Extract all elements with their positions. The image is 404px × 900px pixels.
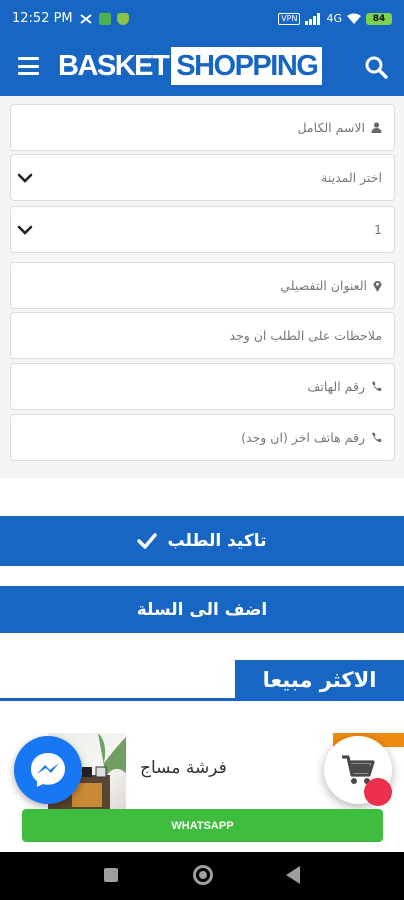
quantity-select[interactable]: 1 [10, 206, 395, 253]
logo-part-shopping: SHOPPING [171, 47, 323, 85]
messenger-button[interactable] [14, 736, 82, 804]
chevron-down-icon [17, 173, 33, 183]
phone-input[interactable]: رقم الهاتف [10, 363, 395, 410]
quantity-select-value: 1 [374, 222, 382, 237]
best-sellers-title-text: الاكثر مبيعا [262, 668, 377, 692]
add-to-cart-button[interactable]: اضف الى السلة [0, 586, 404, 633]
wifi-icon [347, 13, 361, 24]
alt-phone-input[interactable]: رقم هاتف اخر (ان وجد) [10, 414, 395, 461]
full-name-placeholder: الاسم الكامل [297, 120, 365, 135]
status-bar: 12:52 PM VPN 4G 84 [0, 0, 404, 37]
product-name[interactable]: فرشة مساج [140, 758, 227, 778]
full-name-input[interactable]: الاسم الكامل [10, 104, 395, 151]
add-to-cart-label: اضف الى السلة [136, 599, 268, 620]
whatsapp-button[interactable]: WHATSAPP [22, 809, 383, 842]
alt-phone-placeholder: رقم هاتف اخر (ان وجد) [241, 430, 365, 445]
network-type: 4G [326, 12, 342, 25]
address-input[interactable]: العنوان التفصيلي [10, 262, 395, 309]
vpn-icon: VPN [278, 12, 301, 25]
phone-icon [372, 432, 382, 443]
best-sellers-title: الاكثر مبيعا [235, 660, 404, 700]
phone-placeholder: رقم الهاتف [307, 379, 365, 394]
map-marker-icon [373, 280, 382, 292]
city-select[interactable]: اختر المدينة [10, 154, 395, 201]
sync-icon [80, 13, 92, 24]
messenger-icon [31, 753, 65, 787]
confirm-order-button[interactable]: تاكيد الطلب [0, 516, 404, 566]
site-logo[interactable]: BASKET SHOPPING [58, 47, 323, 85]
back-button[interactable] [286, 866, 300, 884]
cart-badge [364, 778, 392, 806]
city-select-value: اختر المدينة [321, 170, 382, 185]
app-header: BASKET SHOPPING [0, 37, 404, 96]
battery-icon: 84 [366, 12, 392, 25]
hamburger-icon[interactable] [18, 57, 39, 75]
whatsapp-label: WHATSAPP [171, 819, 234, 832]
confirm-order-label: تاكيد الطلب [167, 531, 267, 551]
status-time: 12:52 PM [12, 11, 73, 26]
user-icon [371, 122, 382, 133]
order-form: الاسم الكامل اختر المدينة 1 العنوان التف… [0, 96, 404, 478]
home-button[interactable] [193, 865, 213, 885]
chevron-down-icon [17, 225, 33, 235]
check-icon [137, 533, 158, 549]
notes-input[interactable]: ملاحظات على الطلب ان وجد [10, 312, 395, 359]
section-divider [0, 698, 404, 701]
logo-part-basket: BASKET [58, 49, 170, 82]
address-placeholder: العنوان التفصيلي [280, 278, 367, 293]
signal-icon [305, 12, 321, 25]
phone-icon [372, 381, 382, 392]
notes-placeholder: ملاحظات على الطلب ان وجد [229, 328, 382, 343]
recent-apps-button[interactable] [104, 868, 118, 882]
shield-icon [116, 12, 129, 25]
search-icon[interactable] [364, 55, 388, 79]
app-notification-icon [98, 12, 111, 25]
